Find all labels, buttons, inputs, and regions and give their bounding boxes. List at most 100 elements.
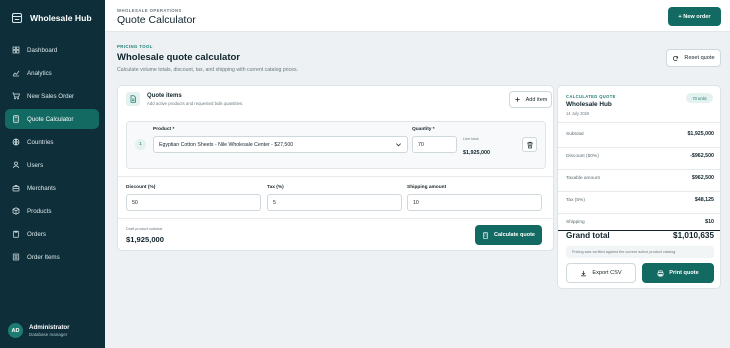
calculate-quote-button[interactable]: Calculate quote: [475, 225, 542, 245]
main-content: PRICING TOOL Wholesale quote calculator …: [105, 32, 730, 348]
line-number: 1: [135, 139, 146, 150]
printer-icon: [657, 270, 664, 276]
quote-line-item: 1 Product * Egyptian Cotton Sheets - Nil…: [126, 121, 546, 169]
add-item-button[interactable]: Add item: [509, 91, 552, 108]
sidebar-item-order-items[interactable]: Order Items: [5, 247, 99, 267]
download-icon: [581, 270, 587, 276]
sidebar: Wholesale Hub Dashboard Analytics New Sa…: [0, 0, 105, 348]
discount-label: Discount (%): [126, 185, 156, 190]
add-item-label: Add item: [525, 96, 548, 103]
product-select[interactable]: Egyptian Cotton Sheets - Nile Wholesale …: [153, 136, 408, 153]
new-order-button[interactable]: + New order: [668, 7, 721, 26]
shipping-label: Shipping amount: [407, 185, 447, 190]
summary-eyebrow: CALCULATED QUOTE: [566, 94, 616, 99]
reset-quote-button[interactable]: Reset quote: [666, 49, 721, 67]
line-total-label: Line total: [463, 137, 479, 141]
print-quote-button[interactable]: Print quote: [642, 263, 714, 283]
quote-items-card: Quote items Add active products and requ…: [117, 85, 554, 251]
draft-subtotal-value: $1,925,000: [126, 235, 165, 244]
tax-input[interactable]: 5: [267, 194, 402, 211]
sidebar-item-label: Merchants: [27, 184, 56, 192]
grand-total-value: $1,010,635: [673, 231, 714, 240]
sidebar-item-dashboard[interactable]: Dashboard: [5, 40, 99, 60]
sidebar-item-label: Products: [27, 207, 52, 215]
avatar: AD: [8, 323, 23, 338]
shipping-input[interactable]: 10: [407, 194, 542, 211]
user-name: Administrator: [29, 324, 70, 331]
calculator-icon: [483, 231, 489, 239]
quote-items-title: Quote items: [147, 92, 182, 99]
export-csv-button[interactable]: Export CSV: [566, 263, 636, 283]
verification-note: Pricing was verified against the current…: [566, 246, 714, 258]
tax-label: Tax (%): [267, 185, 284, 190]
sidebar-item-label: Quote Calculator: [27, 115, 74, 123]
calculate-quote-label: Calculate quote: [494, 232, 535, 238]
divider: [558, 169, 720, 170]
reset-quote-label: Reset quote: [684, 55, 715, 61]
summary-row-label: Shipping: [566, 219, 585, 225]
summary-title: Wholesale Hub: [566, 101, 612, 108]
quantity-label: Quantity *: [412, 127, 435, 132]
sidebar-item-label: Users: [27, 161, 44, 169]
summary-row-label: Discount (50%): [566, 153, 599, 159]
user-profile[interactable]: AD Administrator Database manager: [8, 323, 70, 338]
summary-row-subtotal: Subtotal $1,925,000: [566, 131, 714, 137]
page-title: Quote Calculator: [117, 14, 196, 26]
summary-date: 14 July 2026: [566, 111, 590, 116]
grid-icon: [12, 46, 20, 54]
remove-line-button[interactable]: [522, 137, 537, 152]
sidebar-nav: Dashboard Analytics New Sales Order Quot…: [5, 40, 99, 270]
brand-name: Wholesale Hub: [30, 13, 92, 23]
header-eyebrow: WHOLESALE OPERATIONS: [117, 8, 182, 13]
sidebar-item-label: Order Items: [27, 253, 60, 261]
refresh-icon: [673, 55, 679, 61]
sidebar-item-analytics[interactable]: Analytics: [5, 63, 99, 83]
line-total-value: $1,925,000: [463, 150, 490, 156]
calculator-icon: [13, 115, 19, 123]
chevron-down-icon: [396, 143, 401, 147]
sidebar-item-quote-calculator[interactable]: Quote Calculator: [5, 109, 99, 129]
summary-row-tax: Tax (5%) $48,125: [566, 197, 714, 203]
sidebar-item-label: Analytics: [27, 69, 52, 77]
summary-row-label: Taxable amount: [566, 175, 600, 181]
tool-title: Wholesale quote calculator: [117, 52, 240, 63]
summary-row-taxable: Taxable amount $962,500: [566, 175, 714, 181]
summary-row-label: Subtotal: [566, 131, 584, 137]
sidebar-item-countries[interactable]: Countries: [5, 132, 99, 152]
trash-icon: [526, 141, 533, 148]
quantity-input[interactable]: 70: [412, 136, 457, 153]
sidebar-item-new-sales-order[interactable]: New Sales Order: [5, 86, 99, 106]
briefcase-icon: [12, 185, 20, 192]
discount-input[interactable]: 50: [126, 194, 261, 211]
sidebar-item-label: Orders: [27, 230, 46, 238]
quote-items-subtitle: Add active products and requested bulk q…: [147, 100, 244, 106]
sidebar-item-users[interactable]: Users: [5, 155, 99, 175]
divider: [118, 176, 553, 177]
sidebar-item-products[interactable]: Products: [5, 201, 99, 221]
chart-icon: [12, 70, 20, 77]
document-icon: [126, 92, 140, 106]
box-icon: [12, 207, 20, 215]
store-icon: [11, 12, 23, 24]
user-icon: [12, 161, 20, 169]
divider: [558, 122, 720, 123]
sidebar-item-merchants[interactable]: Merchants: [5, 178, 99, 198]
summary-row-value: $10: [705, 219, 714, 225]
sidebar-item-label: Countries: [27, 138, 54, 146]
divider: [558, 213, 720, 214]
brand[interactable]: Wholesale Hub: [0, 0, 105, 36]
product-label: Product *: [153, 127, 175, 132]
calculated-quote-card: CALCULATED QUOTE Wholesale Hub 14 July 2…: [557, 85, 721, 289]
draft-subtotal-label: Draft product subtotal: [126, 227, 163, 231]
grand-total-label: Grand total: [566, 231, 610, 240]
summary-row-value: $1,925,000: [687, 131, 714, 137]
sidebar-item-orders[interactable]: Orders: [5, 224, 99, 244]
tool-subtitle: Calculate volume totals, discount, tax, …: [117, 67, 299, 73]
topbar: WHOLESALE OPERATIONS Quote Calculator + …: [105, 0, 730, 32]
cart-icon: [12, 92, 20, 100]
grand-total-row: Grand total $1,010,635: [566, 231, 714, 240]
summary-row-value: -$962,500: [690, 153, 714, 159]
clipboard-icon: [13, 230, 19, 238]
summary-row-discount: Discount (50%) -$962,500: [566, 153, 714, 159]
summary-row-label: Tax (5%): [566, 197, 585, 203]
